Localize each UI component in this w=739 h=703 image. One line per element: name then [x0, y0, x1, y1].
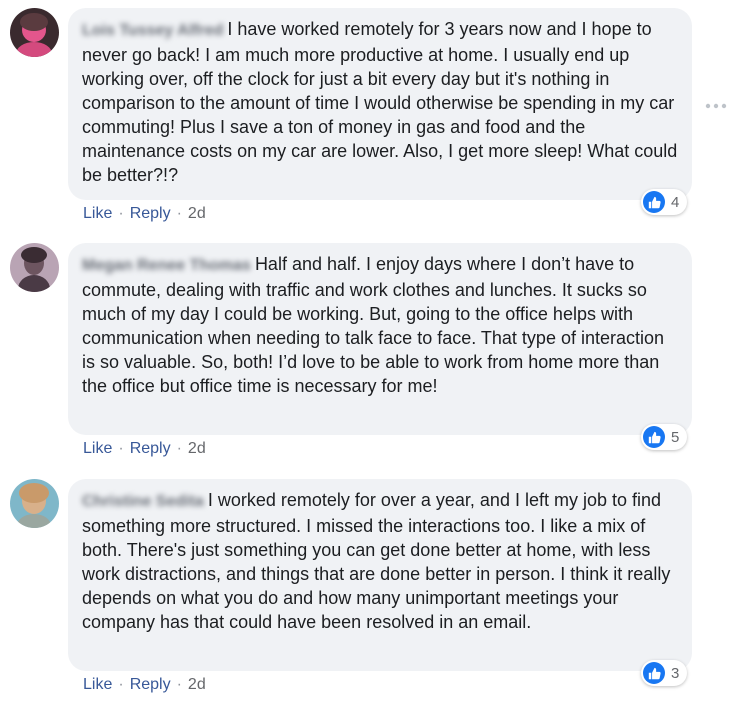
- separator: ·: [176, 205, 182, 222]
- reaction-count-value: 3: [671, 664, 680, 682]
- comment-timestamp[interactable]: 2d: [188, 205, 206, 223]
- avatar[interactable]: [10, 479, 59, 528]
- avatar[interactable]: [10, 243, 59, 292]
- reply-link[interactable]: Reply: [130, 676, 171, 694]
- thumbs-up-icon: [643, 191, 665, 213]
- comment-bubble: Lois Tussey Alfred I have worked remotely…: [68, 8, 692, 200]
- comment-author[interactable]: Lois Tussey Alfred: [82, 19, 223, 43]
- thumbs-up-icon: [643, 662, 665, 684]
- reply-link[interactable]: Reply: [130, 440, 171, 458]
- thumbs-up-icon: [643, 426, 665, 448]
- reaction-count-value: 4: [671, 193, 680, 211]
- like-link[interactable]: Like: [83, 205, 112, 223]
- avatar-image: [10, 243, 59, 292]
- comment-bubble: Christine Sedita I worked remotely for ov…: [68, 479, 692, 671]
- like-link[interactable]: Like: [83, 676, 112, 694]
- avatar[interactable]: [10, 8, 59, 57]
- reaction-count-value: 5: [671, 428, 680, 446]
- reaction-count[interactable]: 3: [641, 660, 688, 686]
- comment-timestamp[interactable]: 2d: [188, 440, 206, 458]
- separator: ·: [118, 676, 124, 693]
- comment-actions: Like · Reply · 2d: [83, 440, 206, 458]
- separator: ·: [118, 205, 124, 222]
- separator: ·: [176, 440, 182, 457]
- comment-author[interactable]: Christine Sedita: [82, 490, 204, 514]
- avatar-image: [10, 479, 59, 528]
- reaction-count[interactable]: 4: [641, 189, 688, 215]
- reaction-count[interactable]: 5: [641, 424, 688, 450]
- comment-text: I have worked remotely for 3 years now a…: [82, 19, 678, 185]
- like-link[interactable]: Like: [83, 440, 112, 458]
- reply-link[interactable]: Reply: [130, 205, 171, 223]
- separator: ·: [176, 676, 182, 693]
- comment-bubble: Megan Renee Thomas Half and half. I enjoy…: [68, 243, 692, 435]
- comment-timestamp[interactable]: 2d: [188, 676, 206, 694]
- avatar-image: [10, 8, 59, 57]
- comment-author[interactable]: Megan Renee Thomas: [82, 254, 251, 278]
- more-options-icon[interactable]: [705, 97, 727, 109]
- comment-actions: Like · Reply · 2d: [83, 676, 206, 694]
- separator: ·: [118, 440, 124, 457]
- comment-actions: Like · Reply · 2d: [83, 205, 206, 223]
